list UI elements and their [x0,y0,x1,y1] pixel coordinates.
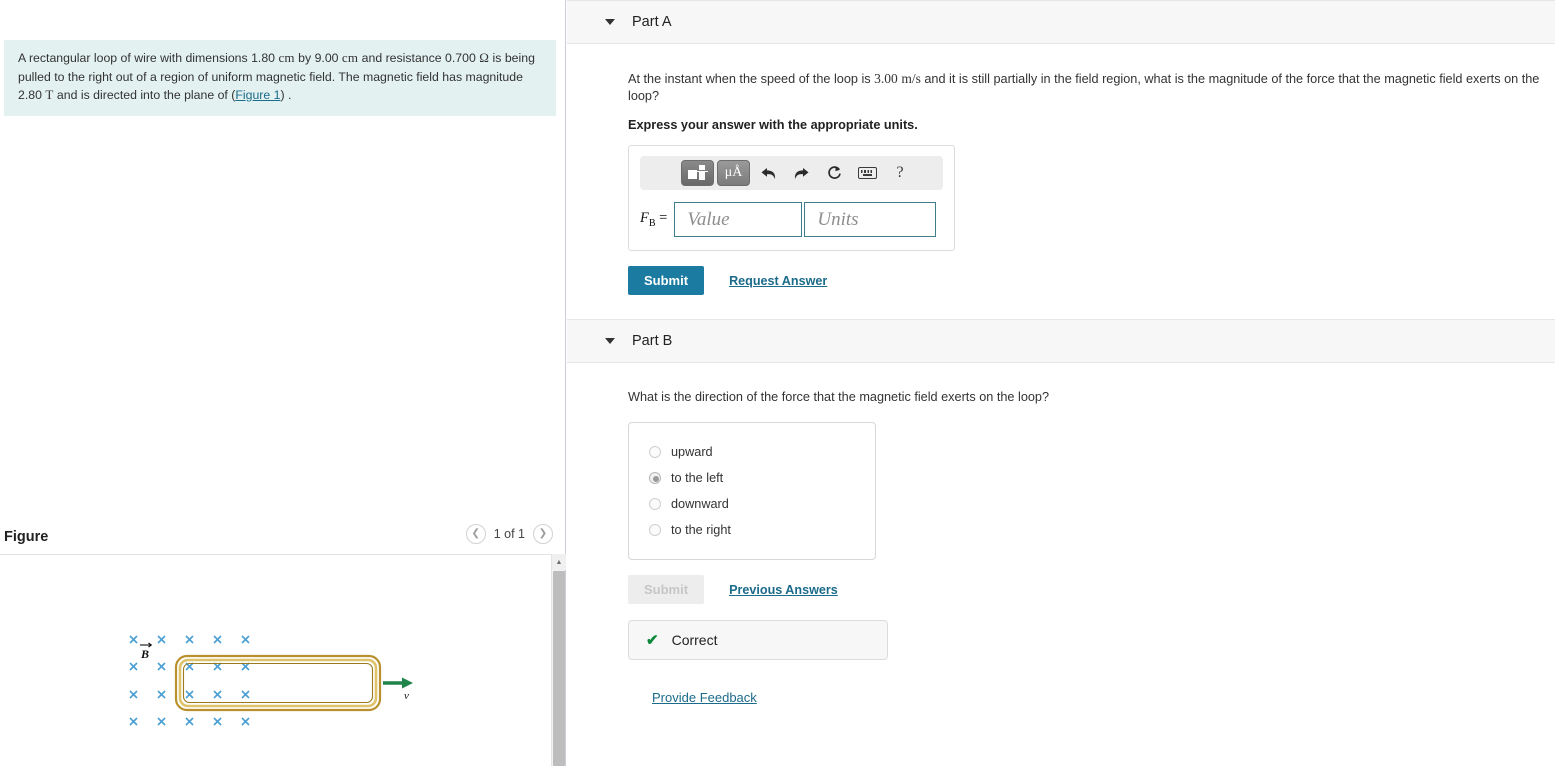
problem-text-res: and resistance [358,51,446,65]
radio-to-the-right[interactable] [649,524,661,536]
part-a-answer-widget: μÅ ? FB = Value Units [628,145,955,251]
status-badge: ✔ Correct [628,620,888,660]
caret-down-icon[interactable] [605,338,615,344]
figure-next-button[interactable]: ❯ [533,524,553,544]
part-a-submit-button[interactable]: Submit [628,266,705,295]
figure-viewport: B v [0,554,556,766]
part-b-actions: Submit Previous Answers [628,575,1555,604]
svg-text:v: v [404,690,409,702]
equals-sign: = [659,210,668,227]
scrollbar-thumb[interactable] [553,571,565,766]
speed-unit: m/s [901,71,921,86]
figure-scrollbar[interactable]: ▲ [551,554,566,766]
resistance-value: 0.700 [445,51,476,65]
check-icon: ✔ [646,632,659,649]
force-symbol: F [640,210,649,227]
problem-text-by: by [294,51,315,65]
previous-answers-link[interactable]: Previous Answers [729,583,838,597]
redo-icon[interactable] [786,160,816,186]
part-a-body: At the instant when the speed of the loo… [567,70,1555,295]
part-a-field-row: FB = [640,202,943,237]
problem-statement: A rectangular loop of wire with dimensio… [4,40,556,116]
figure-page-count: 1 of 1 [493,527,525,541]
help-icon[interactable]: ? [885,160,915,186]
value-input[interactable] [674,202,803,237]
option-label: to the left [671,471,724,485]
units-icon-text: μÅ [724,165,743,180]
option-row-to-the-left[interactable]: to the left [629,465,875,491]
b-field-label: B [140,642,153,661]
micro-angstrom-units-icon[interactable]: μÅ [717,160,750,186]
option-row-upward[interactable]: upward [629,439,875,465]
dimension-2: 9.00 [314,51,339,65]
part-b-body: What is the direction of the force that … [567,389,1555,707]
option-label: to the right [671,523,731,537]
option-label: upward [671,445,713,459]
physics-diagram: B v [129,635,413,726]
math-toolbar: μÅ ? [640,156,943,190]
figure-1-link[interactable]: Figure 1 [235,88,280,102]
speed-value: 3.00 [874,71,898,86]
caret-down-icon[interactable] [605,19,615,25]
svg-text:B: B [140,647,149,661]
part-a-question: At the instant when the speed of the loo… [628,70,1555,105]
chevron-left-icon: ❮ [471,528,480,539]
keyboard-icon[interactable] [852,160,882,186]
radio-upward[interactable] [649,446,661,458]
request-answer-link[interactable]: Request Answer [729,274,827,288]
cross-row-4 [129,717,250,726]
part-a-label: Part A [632,14,672,30]
option-row-to-the-right[interactable]: to the right [629,517,875,543]
dimension-1: 1.80 [251,51,276,65]
unit-cm-1: cm [278,50,295,65]
field-value: 2.80 [18,88,42,102]
figure-pagination: ❮ 1 of 1 ❯ [465,524,553,544]
status-text: Correct [671,632,718,648]
cross-row-3 [129,690,250,699]
scroll-up-arrow-icon[interactable]: ▲ [552,554,566,570]
unit-tesla: T [45,87,54,102]
wire-loop [174,654,382,712]
provide-feedback-link[interactable]: Provide Feedback [652,690,757,705]
left-panel: A rectangular loop of wire with dimensio… [0,0,566,766]
radio-downward[interactable] [649,498,661,510]
part-b-label: Part B [632,333,673,349]
figure-title: Figure [4,528,49,545]
option-label: downward [671,497,729,511]
undo-icon[interactable] [753,160,783,186]
cross-row-1 [129,635,250,644]
right-panel: Part A At the instant when the speed of … [567,0,1555,766]
part-b-submit-button[interactable]: Submit [628,575,705,604]
part-b-options-group: upward to the left downward to the right [628,422,876,560]
radio-to-the-left[interactable] [649,472,661,484]
problem-page: A rectangular loop of wire with dimensio… [0,0,1555,766]
math-template-icon[interactable] [681,160,714,186]
question-pre: At the instant when the speed of the loo… [628,72,875,86]
figure-prev-button[interactable]: ❮ [465,524,486,544]
force-symbol-label: FB = [640,210,667,229]
unit-cm-2: cm [341,50,359,65]
chevron-right-icon: ❯ [538,528,548,539]
unit-ohm: Ω [479,50,490,65]
option-row-downward[interactable]: downward [629,491,875,517]
part-b-question: What is the direction of the force that … [628,390,1050,404]
velocity-arrow: v [383,677,413,702]
part-a-header[interactable]: Part A [567,0,1555,44]
units-input[interactable] [804,202,937,237]
problem-text-3: and is directed into the plane of ( [53,88,236,102]
force-subscript: B [648,217,656,229]
part-a-instruction: Express your answer with the appropriate… [628,118,918,132]
reset-icon[interactable] [819,160,849,186]
problem-text-1: A rectangular loop of wire with dimensio… [18,51,252,65]
problem-text-4: ) . [280,88,292,102]
part-b-header[interactable]: Part B [567,319,1555,363]
part-a-actions: Submit Request Answer [628,266,1555,295]
